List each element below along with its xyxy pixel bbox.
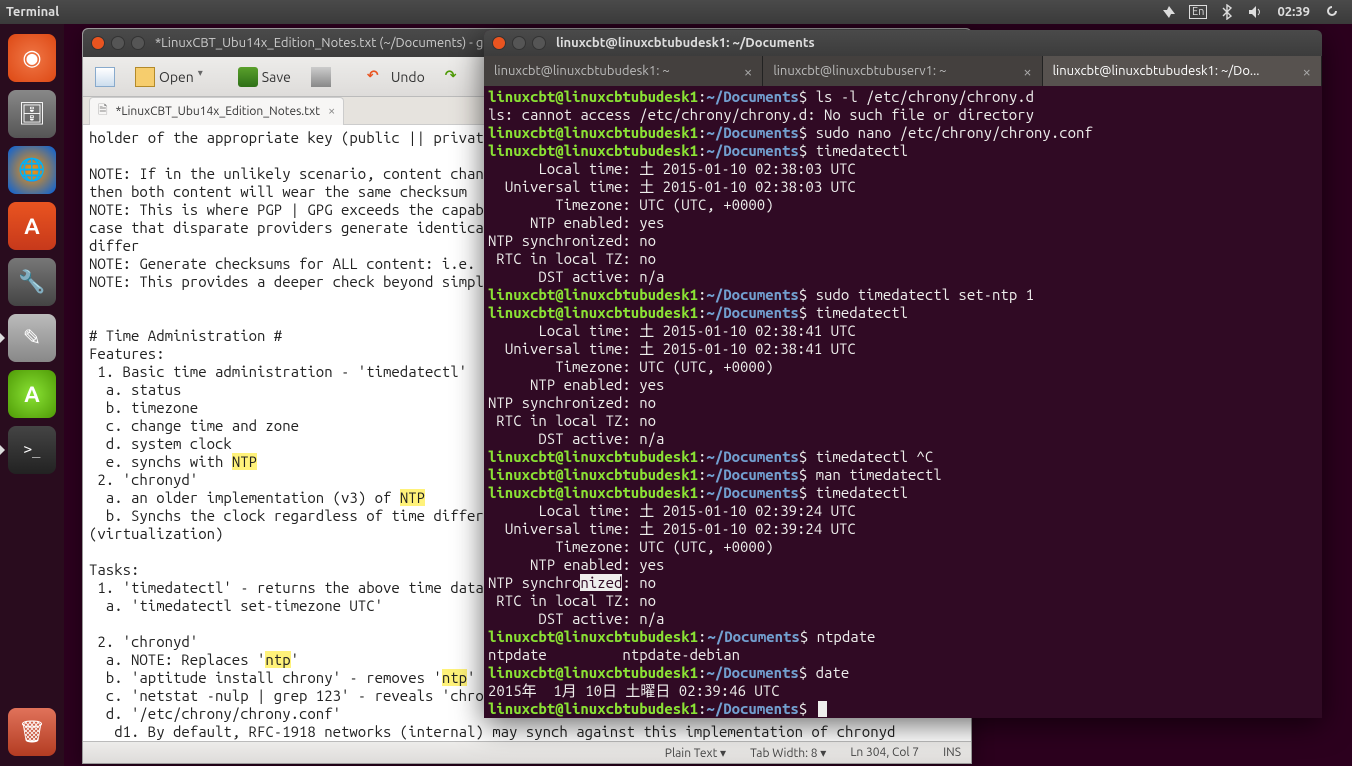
launcher-system-settings[interactable]: 🔧 [8, 258, 56, 306]
save-icon [238, 67, 258, 87]
terminal-tab-label: linuxcbt@linuxcbtubudesk1: ~/Do... [1053, 64, 1260, 78]
window-close-button[interactable] [492, 36, 506, 50]
session-indicator-icon[interactable] [1324, 4, 1340, 20]
launcher-software-center[interactable]: A [8, 202, 56, 250]
window-close-button[interactable] [91, 36, 105, 50]
terminal-titlebar[interactable]: linuxcbt@linuxcbtubudesk1: ~/Documents [484, 30, 1322, 56]
trash-icon: 🗑 [18, 719, 46, 745]
gedit-statusbar: Plain Text ▾ Tab Width: 8 ▾ Ln 304, Col … [83, 741, 971, 763]
save-button[interactable]: Save [232, 63, 297, 91]
terminal-tab-label: linuxcbt@linuxcbtubudesk1: ~ [494, 64, 670, 78]
terminal-window: linuxcbt@linuxcbtubudesk1: ~/Documents l… [484, 30, 1322, 718]
document-icon: 🗎 [98, 101, 108, 122]
launcher-firefox[interactable]: 🌐 [8, 146, 56, 194]
terminal-cursor [818, 701, 827, 717]
ubuntu-logo-icon: ◉ [22, 45, 41, 71]
gedit-window-title: *LinuxCBT_Ubu14x_Edition_Notes.txt (~/Do… [155, 36, 506, 50]
launcher-trash[interactable]: 🗑 [8, 708, 56, 756]
clock[interactable]: 02:39 [1277, 5, 1310, 19]
text-editor-icon: ✎ [23, 325, 41, 351]
terminal-tab[interactable]: linuxcbt@linuxcbtubudesk1: ~ × [484, 56, 763, 86]
dropdown-icon: ▾ [198, 67, 218, 87]
save-label: Save [262, 69, 291, 85]
open-button[interactable]: Open▾ [129, 63, 224, 91]
window-maximize-button[interactable] [131, 36, 145, 50]
gedit-tab-title: *LinuxCBT_Ubu14x_Edition_Notes.txt [116, 105, 320, 118]
syntax-mode[interactable]: Plain Text ▾ [665, 746, 726, 760]
undo-label: Undo [391, 69, 425, 85]
updater-icon: A [24, 382, 39, 407]
active-app-title: Terminal [6, 5, 59, 19]
keyboard-indicator[interactable]: En [1189, 5, 1207, 19]
network-indicator-icon[interactable] [1161, 4, 1177, 20]
terminal-tabbar: linuxcbt@linuxcbtubudesk1: ~×linuxcbt@li… [484, 56, 1322, 86]
terminal-tab[interactable]: linuxcbt@linuxcbtubudesk1: ~/Do... × [1043, 56, 1322, 86]
terminal-output[interactable]: linuxcbt@linuxcbtubudesk1:~/Documents$ l… [484, 86, 1322, 718]
launcher-terminal[interactable]: >_ [8, 426, 56, 474]
launcher-gedit[interactable]: ✎ [8, 314, 56, 362]
terminal-icon: >_ [24, 442, 41, 458]
tab-close-icon[interactable]: × [744, 63, 752, 80]
terminal-tab-label: linuxcbt@linuxcbtubuserv1: ~ [773, 64, 946, 78]
launcher-files[interactable]: 🗄 [8, 90, 56, 138]
window-minimize-button[interactable] [512, 36, 526, 50]
folder-open-icon [135, 67, 155, 87]
unity-launcher: ◉ 🗄 🌐 A 🔧 ✎ A >_ 🗑 [0, 24, 64, 766]
gedit-tab[interactable]: 🗎 *LinuxCBT_Ubu14x_Edition_Notes.txt × [89, 97, 344, 125]
redo-icon: ↷ [445, 67, 465, 87]
launcher-ubuntu-dash[interactable]: ◉ [8, 34, 56, 82]
undo-button[interactable]: ↶Undo [361, 63, 431, 91]
top-panel: Terminal En 02:39 [0, 0, 1352, 24]
gear-wrench-icon: 🔧 [18, 269, 45, 295]
window-minimize-button[interactable] [111, 36, 125, 50]
software-center-icon: A [24, 214, 39, 239]
new-document-icon [95, 67, 115, 87]
sound-indicator-icon[interactable] [1247, 4, 1263, 20]
tab-close-icon[interactable]: × [1023, 63, 1031, 80]
cursor-position: Ln 304, Col 7 [850, 746, 919, 759]
undo-icon: ↶ [367, 67, 387, 87]
launcher-software-updater[interactable]: A [8, 370, 56, 418]
open-label: Open [159, 69, 194, 85]
redo-button[interactable]: ↷ [439, 63, 471, 91]
files-icon: 🗄 [18, 101, 46, 127]
terminal-tab[interactable]: linuxcbt@linuxcbtubuserv1: ~ × [763, 56, 1042, 86]
tab-width[interactable]: Tab Width: 8 ▾ [750, 746, 826, 760]
firefox-icon: 🌐 [18, 157, 45, 183]
tab-close-icon[interactable]: × [328, 104, 335, 118]
print-button[interactable] [305, 63, 337, 91]
terminal-window-title: linuxcbt@linuxcbtubudesk1: ~/Documents [556, 36, 815, 50]
window-maximize-button[interactable] [532, 36, 546, 50]
printer-icon [311, 67, 331, 87]
insert-mode: INS [943, 746, 961, 759]
new-document-button[interactable] [89, 63, 121, 91]
tab-close-icon[interactable]: × [1303, 63, 1311, 80]
bluetooth-indicator-icon[interactable] [1219, 4, 1235, 20]
